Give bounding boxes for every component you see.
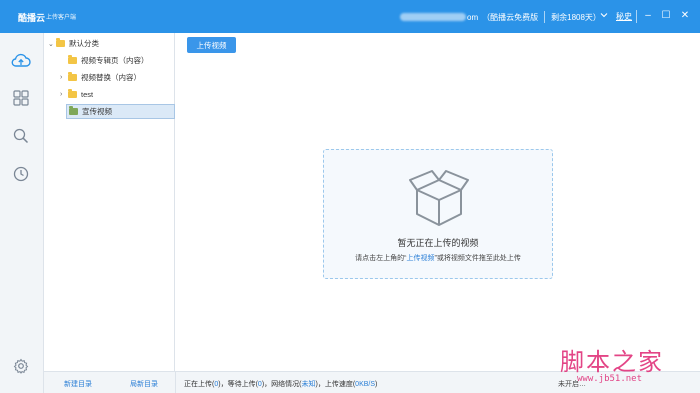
title-bar: 酷播云 上传客户端 om （酷播云免费版 剩余1808天） 秘史 – ☐ ✕ <box>0 0 700 33</box>
hint-text: ”或将视频文件拖至此处上传 <box>434 255 521 262</box>
tree-item[interactable]: › 视频替换（内容） <box>60 70 173 85</box>
app-logo: 酷播云 <box>18 13 46 23</box>
remaining-days: 剩余1808天） <box>551 12 601 22</box>
chevron-right-icon[interactable]: › <box>60 91 68 98</box>
tree-item-selected[interactable]: 宣传视频 <box>66 104 175 119</box>
divider <box>544 11 546 23</box>
icon-sidebar <box>0 33 44 393</box>
rename-folder-button[interactable]: 局新目录 <box>130 379 158 389</box>
folder-icon <box>56 38 65 47</box>
tree-item-label: 视频替换（内容） <box>81 73 141 82</box>
divider <box>175 372 176 393</box>
tree-root[interactable]: ⌄ 默认分类 <box>48 36 173 51</box>
divider <box>636 10 637 23</box>
status-text: )，上传速度( <box>315 381 356 388</box>
watermark-url: www.jb51.net <box>577 374 643 384</box>
upload-status: 正在上传(0)，等待上传(0)，网络情况(未知)，上传速度(0KB/S) <box>184 379 377 389</box>
search-icon[interactable] <box>10 125 32 147</box>
new-folder-button[interactable]: 新建目录 <box>64 379 92 389</box>
watermark: 脚本之家 <box>560 348 664 376</box>
account-email-redacted <box>400 13 466 21</box>
empty-box-icon <box>407 168 471 232</box>
clock-icon[interactable] <box>10 163 32 185</box>
chevron-right-icon[interactable]: › <box>60 74 68 81</box>
settings-icon[interactable] <box>10 355 32 377</box>
close-button[interactable]: ✕ <box>678 8 692 24</box>
upload-speed: 0KB/S <box>355 381 376 388</box>
tree-item-label: 视频专辑页（内容） <box>81 56 149 65</box>
tree-root-label: 默认分类 <box>69 39 99 48</box>
minimize-button[interactable]: – <box>641 8 655 24</box>
network-status: 未知 <box>301 381 316 388</box>
status-text: ) <box>375 381 378 388</box>
folder-tree: ⌄ 默认分类 视频专辑页（内容） › 视频替换（内容） › test 宣传视频 <box>44 33 175 371</box>
plan-label: （酷播云免费版 <box>482 12 539 22</box>
folder-icon <box>69 106 78 115</box>
status-text: 正在上传( <box>184 381 215 388</box>
folder-icon <box>68 55 77 64</box>
maximize-button[interactable]: ☐ <box>659 8 673 24</box>
app-subtitle: 上传客户端 <box>46 15 77 21</box>
tricks-link[interactable]: 秘史 <box>616 11 632 22</box>
empty-state-title: 暂无正在上传的视频 <box>397 238 479 248</box>
tree-item[interactable]: 视频专辑页（内容） <box>68 53 173 68</box>
chevron-down-icon[interactable]: ⌄ <box>48 40 56 48</box>
cloud-upload-icon[interactable] <box>10 50 32 72</box>
empty-state-hint: 请点击左上角的“上传视频”或将视频文件拖至此处上传 <box>324 253 552 263</box>
folder-icon <box>68 89 77 98</box>
status-text: )，等待上传( <box>218 381 258 388</box>
tree-item[interactable]: › test <box>60 87 173 102</box>
grid-icon[interactable] <box>10 87 32 109</box>
drop-zone[interactable]: 暂无正在上传的视频 请点击左上角的“上传视频”或将视频文件拖至此处上传 <box>323 149 553 279</box>
hint-upload-link[interactable]: 上传视频 <box>407 255 435 262</box>
chevron-down-icon[interactable] <box>600 11 608 21</box>
status-text: )，网络情况( <box>261 381 302 388</box>
tree-item-label: 宣传视频 <box>82 107 112 116</box>
hint-text: 请点击左上角的“ <box>355 255 407 262</box>
account-info: om （酷播云免费版 剩余1808天） <box>400 11 601 23</box>
folder-icon <box>68 72 77 81</box>
account-email-suffix: om <box>467 12 479 22</box>
upload-video-button[interactable]: 上传视频 <box>187 37 236 53</box>
tree-item-label: test <box>81 90 94 99</box>
